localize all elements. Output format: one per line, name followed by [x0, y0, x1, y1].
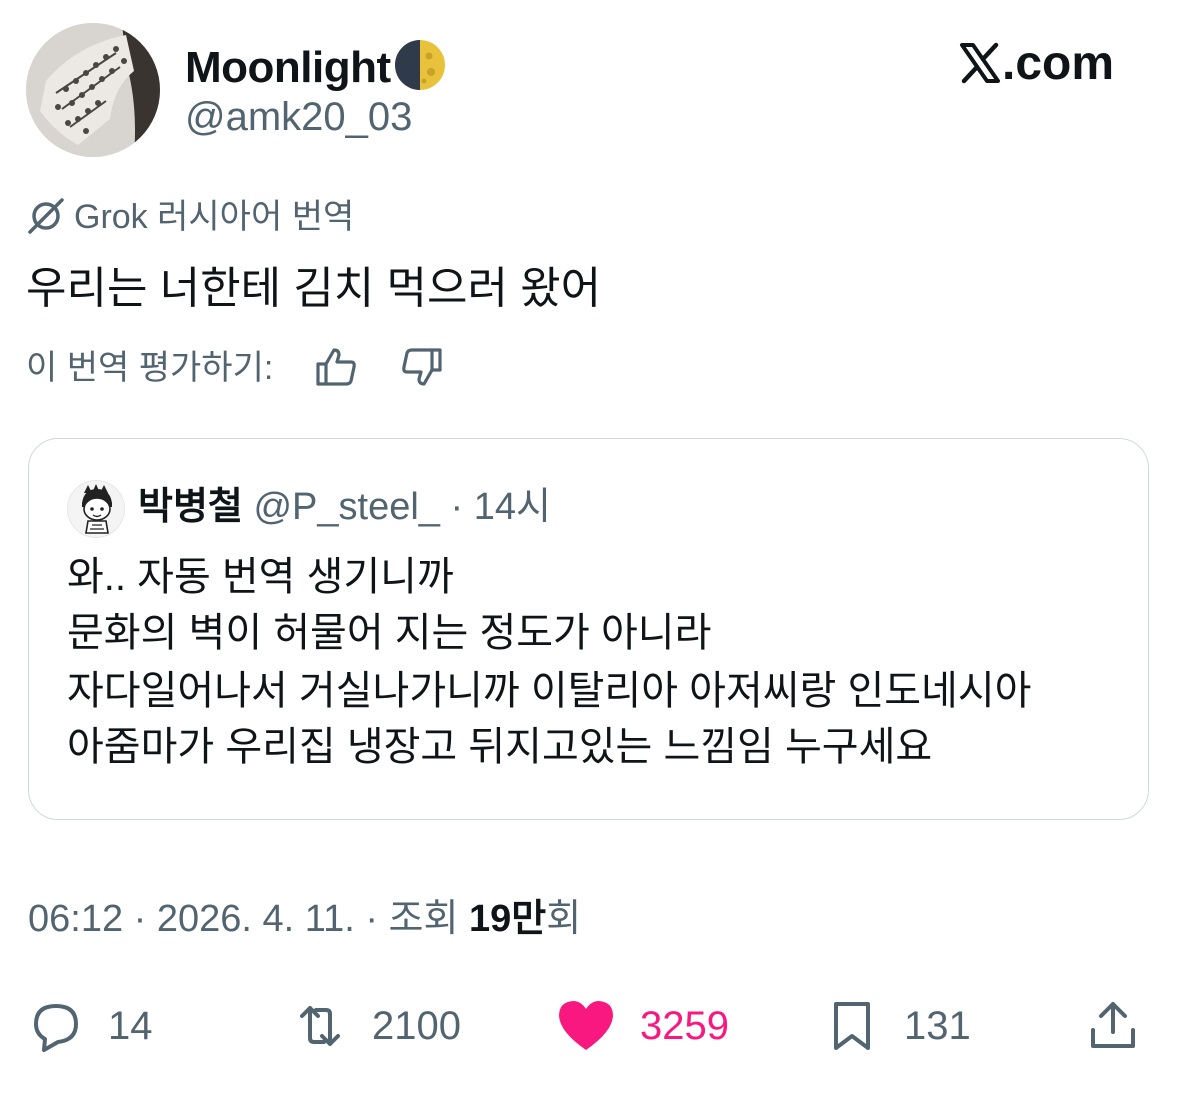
- share-icon: [1091, 1002, 1135, 1048]
- avatar[interactable]: [26, 23, 160, 157]
- x-logo-icon: [960, 42, 1000, 84]
- like-button[interactable]: 3259: [556, 998, 729, 1054]
- heart-icon: [559, 1001, 613, 1050]
- grok-translation-label[interactable]: Grok 러시아어 번역: [26, 196, 354, 237]
- avatar-image: [26, 23, 160, 157]
- quoted-author-handle[interactable]: @P_steel_: [253, 486, 439, 528]
- quoted-header: 박병철 @P_steel_ · 14시: [138, 484, 551, 530]
- repost-count: 2100: [372, 1003, 461, 1048]
- reply-count: 14: [108, 1003, 153, 1048]
- quoted-time[interactable]: · 14시: [450, 486, 550, 528]
- brand-text: .com: [1002, 37, 1115, 90]
- quoted-text-line: 아줌마가 우리집 냉장고 뒤지고있는 느낌임 누구세요: [67, 725, 933, 769]
- display-name[interactable]: Moonlight: [185, 38, 447, 94]
- quoted-author-name[interactable]: 박병철: [138, 486, 243, 528]
- rate-translation-prompt: 이 번역 평가하기:: [26, 349, 274, 387]
- tweet-meta: 06:12 · 2026. 4. 11. · 조회 19만회: [28, 896, 581, 942]
- quoted-text-line: 와.. 자동 번역 생기니까: [67, 555, 454, 599]
- quoted-avatar[interactable]: [67, 480, 125, 538]
- brand-logo: .com: [958, 38, 1114, 90]
- thumbs-up-icon: [316, 348, 356, 386]
- moon-emoji-icon: [394, 40, 445, 90]
- view-count: 19만: [469, 898, 547, 940]
- grok-label-text: Grok 러시아어 번역: [74, 198, 355, 236]
- grok-icon: [28, 198, 64, 234]
- thumbs-down-button[interactable]: [398, 344, 444, 390]
- quoted-avatar-image: [68, 481, 124, 537]
- bookmark-count: 131: [904, 1003, 971, 1048]
- tweet-text: 우리는 너한테 김치 먹으러 왔어: [26, 264, 602, 313]
- handle[interactable]: @amk20_03: [185, 94, 412, 140]
- display-name-text: Moonlight: [185, 43, 391, 92]
- thumbs-down-icon: [402, 348, 442, 386]
- bookmark-button[interactable]: 131: [824, 998, 971, 1054]
- like-count: 3259: [640, 1003, 729, 1048]
- quoted-text-line: 문화의 벽이 허물어 지는 정도가 아니라: [67, 611, 712, 655]
- tweet-timestamp[interactable]: 06:12 · 2026. 4. 11. · 조회: [28, 898, 469, 940]
- share-button[interactable]: [1085, 998, 1141, 1054]
- repost-button[interactable]: 2100: [292, 998, 461, 1054]
- reply-icon: [34, 1004, 78, 1052]
- quoted-text-line: 자다일어나서 거실나가니까 이탈리아 아저씨랑 인도네시아: [67, 669, 1032, 713]
- reply-button[interactable]: 14: [28, 998, 153, 1054]
- thumbs-up-button[interactable]: [314, 344, 360, 390]
- view-count-suffix: 회: [546, 898, 582, 940]
- bookmark-icon: [834, 1002, 870, 1050]
- repost-icon: [300, 1006, 340, 1046]
